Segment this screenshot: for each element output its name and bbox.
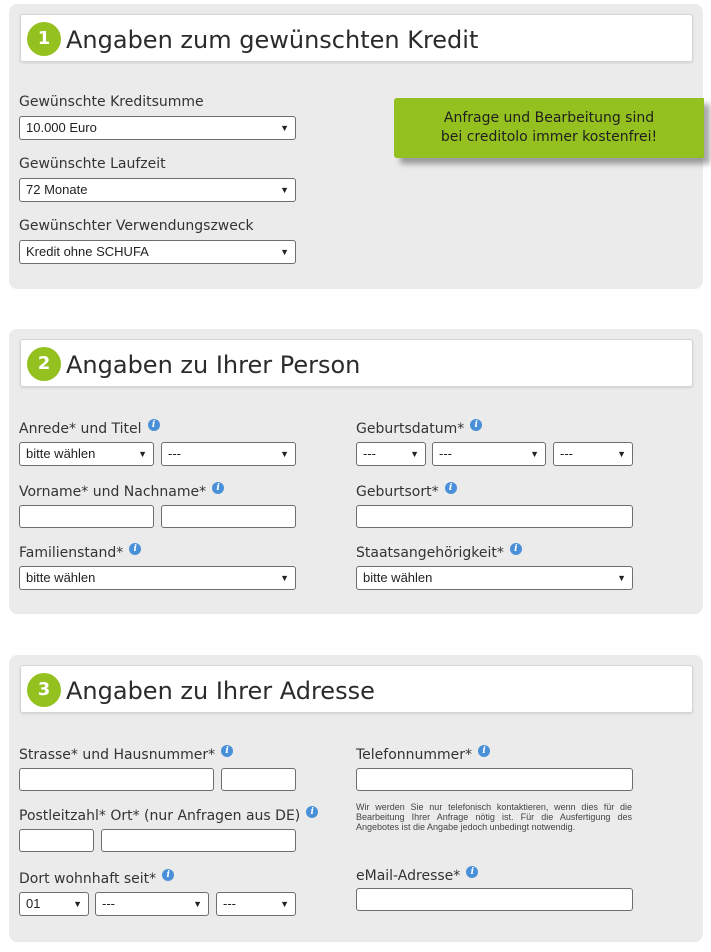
info-icon[interactable]: i [470,419,483,431]
name-label-text: Vorname* und Nachname* [19,484,207,500]
familienstand-value: bitte wählen [26,570,96,585]
vorname-field[interactable] [19,505,154,528]
ort-field[interactable] [101,829,296,852]
anrede-label: Anrede* und Titel i [19,419,160,438]
familienstand-label: Familienstand* i [19,543,142,562]
info-icon[interactable]: i [129,543,142,555]
email-label-text: eMail-Adresse* [356,868,461,884]
chevron-down-icon: ▼ [193,899,202,909]
geburtstag-value: --- [363,446,376,461]
familienstand-select[interactable]: bitte wählen ▼ [19,566,296,590]
chevron-down-icon: ▼ [280,449,289,459]
step-badge: 3 [27,673,61,707]
strasse-label-text: Strasse* und Hausnummer* [19,747,216,763]
staatsangehoerigkeit-select[interactable]: bitte wählen ▼ [356,566,633,590]
wohnhaft-jahr-value: --- [102,896,115,911]
info-icon[interactable]: i [478,745,491,757]
section-header: 2 Angaben zu Ihrer Person [20,339,693,387]
kreditsumme-value: 10.000 Euro [26,120,97,135]
familienstand-label-text: Familienstand* [19,545,124,561]
chevron-down-icon: ▼ [410,449,419,459]
step-badge: 1 [27,22,61,56]
info-icon[interactable]: i [306,806,319,818]
name-label: Vorname* und Nachname* i [19,482,225,501]
telefon-label: Telefonnummer* i [356,745,491,764]
wohnhaft-monat-select[interactable]: 01 ▼ [19,892,89,916]
chevron-down-icon: ▼ [280,247,289,257]
wohnhaft-jahr-select[interactable]: --- ▼ [95,892,209,916]
staatsangehoerigkeit-label: Staatsangehörigkeit* i [356,543,522,562]
verwendungszweck-value: Kredit ohne SCHUFA [26,244,149,259]
nachname-field[interactable] [161,505,296,528]
plz-ort-label-text: Postleitzahl* Ort* (nur Anfragen aus DE) [19,808,301,824]
anrede-value: bitte wählen [26,446,96,461]
banner-line-1: Anfrage und Bearbeitung sind [443,110,655,126]
telefon-hint: Wir werden Sie nur telefonisch kontaktie… [356,802,632,832]
chevron-down-icon: ▼ [280,899,289,909]
section-title: Angaben zum gewünschten Kredit [66,26,479,54]
info-icon[interactable]: i [221,745,234,757]
chevron-down-icon: ▼ [280,573,289,583]
geburtstag-select[interactable]: --- ▼ [356,442,426,466]
section-title: Angaben zu Ihrer Adresse [66,677,375,705]
wohnhaft-seit-label: Dort wohnhaft seit* i [19,869,175,888]
chevron-down-icon: ▼ [617,573,626,583]
anrede-label-text: Anrede* und Titel [19,421,142,437]
plz-ort-label: Postleitzahl* Ort* (nur Anfragen aus DE)… [19,806,319,825]
geburtsmonat-select[interactable]: --- ▼ [432,442,546,466]
anrede-select[interactable]: bitte wählen ▼ [19,442,154,466]
info-icon[interactable]: i [162,869,175,881]
wohnhaft-extra-value: --- [223,896,236,911]
email-field[interactable] [356,888,633,911]
chevron-down-icon: ▼ [138,449,147,459]
banner-line-2: bei creditolo immer kostenfrei! [440,129,658,145]
info-icon[interactable]: i [212,482,225,494]
geburtsdatum-label-text: Geburtsdatum* [356,421,465,437]
info-icon[interactable]: i [444,482,457,494]
titel-select[interactable]: --- ▼ [161,442,296,466]
geburtsort-label: Geburtsort* i [356,482,457,501]
kostenfrei-banner: Anfrage und Bearbeitung sind bei credito… [394,98,704,158]
info-icon[interactable]: i [147,419,160,431]
telefon-field[interactable] [356,768,633,791]
wohnhaft-seit-label-text: Dort wohnhaft seit* [19,871,157,887]
verwendungszweck-select[interactable]: Kredit ohne SCHUFA ▼ [19,240,296,264]
kreditsumme-label: Gewünschte Kreditsumme [19,94,204,110]
hausnummer-field[interactable] [221,768,296,791]
wohnhaft-monat-value: 01 [26,896,41,911]
wohnhaft-extra-select[interactable]: --- ▼ [216,892,296,916]
geburtsjahr-value: --- [560,446,573,461]
geburtsort-field[interactable] [356,505,633,528]
geburtsmonat-value: --- [439,446,452,461]
staatsangehoerigkeit-label-text: Staatsangehörigkeit* [356,545,504,561]
section-title: Angaben zu Ihrer Person [66,351,361,379]
laufzeit-value: 72 Monate [26,182,88,197]
info-icon[interactable]: i [509,543,522,555]
chevron-down-icon: ▼ [617,449,626,459]
chevron-down-icon: ▼ [530,449,539,459]
step-badge: 2 [27,347,61,381]
strasse-field[interactable] [19,768,214,791]
laufzeit-select[interactable]: 72 Monate ▼ [19,178,296,202]
email-label: eMail-Adresse* i [356,866,479,885]
info-icon[interactable]: i [466,866,479,878]
chevron-down-icon: ▼ [280,123,289,133]
chevron-down-icon: ▼ [73,899,82,909]
verwendungszweck-label: Gewünschter Verwendungszweck [19,218,254,234]
geburtsjahr-select[interactable]: --- ▼ [553,442,633,466]
section-header: 1 Angaben zum gewünschten Kredit [20,14,693,62]
strasse-label: Strasse* und Hausnummer* i [19,745,234,764]
geburtsort-label-text: Geburtsort* [356,484,439,500]
chevron-down-icon: ▼ [280,185,289,195]
section-header: 3 Angaben zu Ihrer Adresse [20,665,693,713]
titel-value: --- [168,446,181,461]
plz-field[interactable] [19,829,94,852]
kreditsumme-select[interactable]: 10.000 Euro ▼ [19,116,296,140]
laufzeit-label: Gewünschte Laufzeit [19,156,166,172]
geburtsdatum-label: Geburtsdatum* i [356,419,483,438]
staatsangehoerigkeit-value: bitte wählen [363,570,433,585]
telefon-label-text: Telefonnummer* [356,747,473,763]
